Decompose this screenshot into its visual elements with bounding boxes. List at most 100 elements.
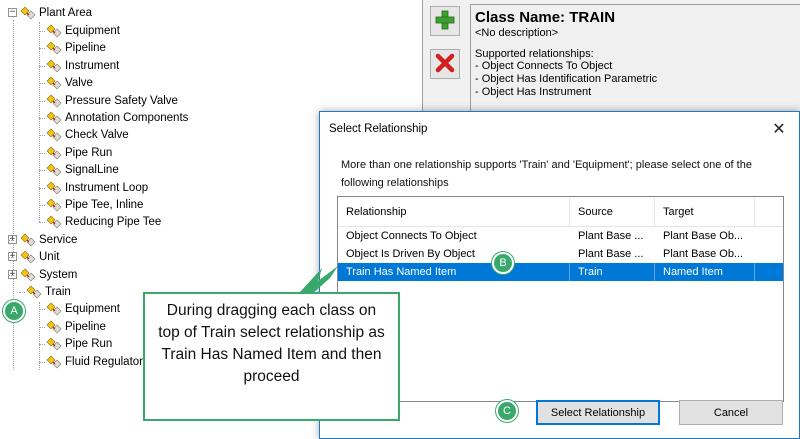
class-node-icon xyxy=(20,233,36,247)
tree-item-label: Check Valve xyxy=(65,128,129,141)
tree-item-label: Train xyxy=(45,285,71,298)
instruction-callout: During dragging each class on top of Tra… xyxy=(143,292,400,421)
cell-relationship: Object Connects To Object xyxy=(346,230,477,242)
class-node-icon xyxy=(46,41,62,55)
tree-item[interactable]: Annotation Components xyxy=(46,109,188,126)
relationship-table[interactable]: Relationship Source Target Object Connec… xyxy=(337,196,784,402)
x-icon xyxy=(434,52,456,77)
tree-item-label: Reducing Pipe Tee xyxy=(65,215,162,228)
column-header-relationship[interactable]: Relationship xyxy=(338,197,570,226)
tree-item-label: Pipe Run xyxy=(65,337,113,350)
tree-item-label: Equipment xyxy=(65,24,120,37)
close-icon[interactable]: ✕ xyxy=(767,119,791,139)
tree-item[interactable]: Check Valve xyxy=(46,126,129,143)
dialog-title: Select Relationship xyxy=(329,123,428,135)
tree-item[interactable]: Fluid Regulator xyxy=(46,353,143,370)
collapse-icon[interactable]: − xyxy=(8,8,17,17)
tree-item-collapsed[interactable]: + Unit xyxy=(8,248,59,265)
tree-item[interactable]: Valve xyxy=(46,74,93,91)
badge-a: A xyxy=(3,300,25,322)
tree-item[interactable]: SignalLine xyxy=(46,161,119,178)
tree-item[interactable]: Equipment xyxy=(46,22,120,39)
tree-item[interactable]: Reducing Pipe Tee xyxy=(46,213,161,230)
dialog-titlebar[interactable]: Select Relationship ✕ xyxy=(320,112,799,146)
tree-item[interactable]: Instrument Loop xyxy=(46,179,148,196)
tree-item-label: SignalLine xyxy=(65,163,119,176)
tree-item-label: Plant Area xyxy=(39,6,93,19)
class-node-icon xyxy=(46,181,62,195)
table-row[interactable]: Object Is Driven By Object Plant Base ..… xyxy=(338,245,783,263)
class-node-icon xyxy=(20,250,36,264)
tree-item-collapsed[interactable]: + Service xyxy=(8,231,77,248)
table-header: Relationship Source Target xyxy=(338,197,783,227)
tree-item[interactable]: Pipe Run xyxy=(46,335,112,352)
class-node-icon xyxy=(20,6,36,20)
cancel-button[interactable]: Cancel xyxy=(679,400,783,425)
supported-relationship: - Object Connects To Object xyxy=(475,60,613,72)
delete-button[interactable] xyxy=(430,49,460,79)
class-node-icon xyxy=(46,355,62,369)
class-node-icon xyxy=(46,128,62,142)
tree-item-label: Pipe Run xyxy=(65,146,113,159)
supported-relationship: - Object Has Identification Parametric xyxy=(475,73,658,85)
tree-item-label: Pipeline xyxy=(65,41,106,54)
tree-item[interactable]: Instrument xyxy=(46,57,119,74)
plus-icon xyxy=(434,9,456,34)
tree-item-plant-area[interactable]: − Plant Area xyxy=(8,4,92,21)
tree-item-label: Pressure Safety Valve xyxy=(65,94,178,107)
badge-c: C xyxy=(496,400,518,422)
column-header-target[interactable]: Target xyxy=(655,197,755,226)
tree-item[interactable]: Pipeline xyxy=(46,318,106,335)
tree-item-label: Valve xyxy=(65,76,93,89)
column-header-source[interactable]: Source xyxy=(570,197,655,226)
tree-item-label: Instrument xyxy=(65,59,120,72)
tree-item-label: Instrument Loop xyxy=(65,181,149,194)
cell-source: Plant Base ... xyxy=(578,248,644,260)
cell-target: Named Item xyxy=(655,263,755,281)
tree-item-label: Fluid Regulator xyxy=(65,355,143,368)
class-node-icon xyxy=(46,302,62,316)
tree-item-label: Pipe Tee, Inline xyxy=(65,198,144,211)
class-info-panel: Class Name: TRAIN <No description> Suppo… xyxy=(470,4,800,124)
class-node-icon xyxy=(46,24,62,38)
dialog-prompt: More than one relationship supports 'Tra… xyxy=(341,159,752,189)
table-row[interactable]: Object Connects To Object Plant Base ...… xyxy=(338,227,783,245)
tree-item[interactable]: Pipe Tee, Inline xyxy=(46,196,143,213)
supported-relationships-label: Supported relationships: xyxy=(475,48,594,60)
class-node-icon xyxy=(46,198,62,212)
tree-item-label: Equipment xyxy=(65,302,120,315)
tree-item-collapsed[interactable]: + System xyxy=(8,266,77,283)
tree-item-label: System xyxy=(39,268,78,281)
tree-item[interactable]: Pipe Run xyxy=(46,144,112,161)
class-node-icon xyxy=(46,76,62,90)
add-button[interactable] xyxy=(430,6,460,36)
cell-source: Train xyxy=(570,263,655,281)
class-node-icon xyxy=(26,285,42,299)
class-node-icon xyxy=(46,163,62,177)
badge-b: B xyxy=(492,252,514,274)
class-node-icon xyxy=(46,215,62,229)
class-node-icon xyxy=(46,94,62,108)
cell-relationship: Train Has Named Item xyxy=(338,263,570,281)
tree-item[interactable]: Pressure Safety Valve xyxy=(46,92,178,109)
tree-item-label: Annotation Components xyxy=(65,111,189,124)
tree-item-label: Pipeline xyxy=(65,320,106,333)
cell-target: Plant Base Ob... xyxy=(663,230,744,242)
cell-relationship: Object Is Driven By Object xyxy=(346,248,475,260)
select-relationship-button[interactable]: Select Relationship xyxy=(536,400,660,425)
class-node-icon xyxy=(46,320,62,334)
class-node-icon xyxy=(46,337,62,351)
class-node-icon xyxy=(46,111,62,125)
class-description: <No description> xyxy=(475,27,559,39)
cell-target: Plant Base Ob... xyxy=(663,248,744,260)
tree-item-label: Unit xyxy=(39,250,60,263)
tree-item[interactable]: Pipeline xyxy=(46,39,106,56)
cell-source: Plant Base ... xyxy=(578,230,644,242)
table-row-selected[interactable]: Train Has Named Item Train Named Item xyxy=(338,263,783,281)
supported-relationship: - Object Has Instrument xyxy=(475,86,592,98)
class-node-icon xyxy=(46,59,62,73)
class-name-title: Class Name: TRAIN xyxy=(475,9,616,26)
tree-item-train[interactable]: Train xyxy=(26,283,71,300)
tree-item[interactable]: Equipment xyxy=(46,300,120,317)
class-node-icon xyxy=(46,146,62,160)
